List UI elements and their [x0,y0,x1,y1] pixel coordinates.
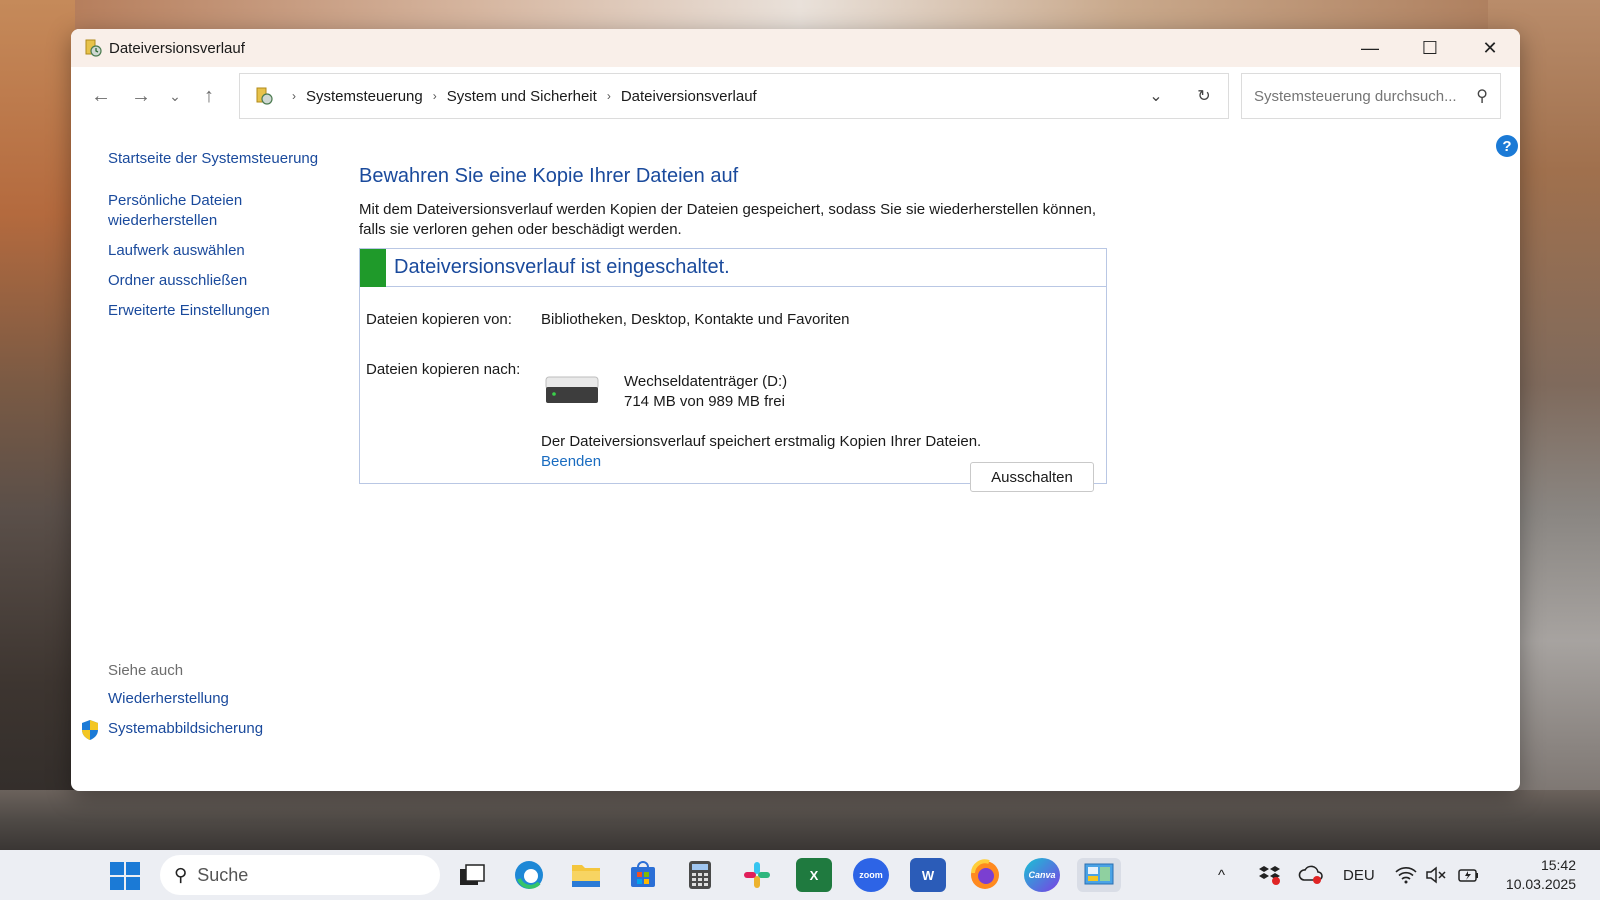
dropbox-icon[interactable] [1258,850,1282,900]
excel-icon[interactable]: X [796,858,832,892]
removable-drive-icon [544,373,600,407]
word-icon[interactable]: W [910,858,946,892]
volume-muted-icon[interactable] [1425,850,1447,900]
up-button[interactable]: ↑ [189,76,229,116]
wallpaper-top [0,0,1600,30]
page-description: Mit dem Dateiversionsverlauf werden Kopi… [359,201,1097,238]
language-indicator[interactable]: DEU [1343,850,1375,900]
slack-icon[interactable] [739,858,775,892]
address-dropdown-button[interactable]: ⌄ [1132,74,1180,118]
clock[interactable]: 15:42 10.03.2025 [1506,856,1576,894]
see-also-title: Siehe auch [108,662,184,679]
clock-date: 10.03.2025 [1505,876,1576,892]
help-icon[interactable]: ? [1496,135,1518,157]
store-icon[interactable] [625,858,661,892]
wallpaper-bottom [0,790,1600,850]
copy-status-note: Der Dateiversionsverlauf speichert erstm… [541,433,982,450]
main-panel: Bewahren Sie eine Kopie Ihrer Dateien au… [359,165,1107,492]
task-view-icon[interactable] [454,858,490,892]
see-also-recovery-link[interactable]: Wiederherstellung [108,689,263,709]
firefox-icon[interactable] [967,858,1003,892]
content-area: ? Startseite der Systemsteuerung Persönl… [71,125,1520,791]
status-indicator [360,248,386,287]
breadcrumb-dateiversionsverlauf[interactable]: Dateiversionsverlauf [621,88,757,105]
control-panel-icon [254,86,274,106]
drive-free-space: 714 MB von 989 MB frei [624,393,785,410]
sidebar-item-restore-files[interactable]: Persönliche Dateien wiederherstellen [108,191,348,231]
status-body: Dateien kopieren von: Bibliotheken, Desk… [360,287,1106,483]
breadcrumb-system-und-sicherheit[interactable]: System und Sicherheit [447,88,597,105]
canva-icon[interactable]: Canva [1024,858,1060,892]
search-box[interactable]: ⚲ [1241,73,1501,119]
stop-link[interactable]: Beenden [541,453,601,470]
search-icon: ⚲ [174,864,188,885]
control-panel-taskbar-icon[interactable] [1077,858,1121,892]
navigation-bar: ← → ⌄ ↑ › Systemsteuerung › System und S… [71,67,1520,125]
title-bar: Dateiversionsverlauf — ☐ ✕ [71,29,1520,67]
breadcrumb-separator[interactable]: › [433,89,437,103]
window-title: Dateiversionsverlauf [109,39,245,57]
maximize-button[interactable]: ☐ [1400,29,1460,67]
battery-charging-icon[interactable] [1457,850,1481,900]
uac-shield-icon [80,719,100,741]
status-header: Dateiversionsverlauf ist eingeschaltet. [360,248,1106,287]
page-title: Bewahren Sie eine Kopie Ihrer Dateien au… [359,165,739,187]
calculator-icon[interactable] [682,858,718,892]
turn-off-button[interactable]: Ausschalten [970,462,1094,492]
cloud-error-icon[interactable] [1298,850,1324,900]
breadcrumb-separator: › [292,89,296,103]
taskbar: ⚲ Suche X zoom W Canva ^ DEU 15:42 10.03… [0,850,1600,900]
copy-from-value: Bibliotheken, Desktop, Kontakte und Favo… [541,311,850,328]
see-also-system-image-row: Systemabbildsicherung [82,719,263,740]
file-history-window: Dateiversionsverlauf — ☐ ✕ ← → ⌄ ↑ › Sys… [71,29,1520,791]
close-button[interactable]: ✕ [1460,29,1520,67]
zoom-icon[interactable]: zoom [853,858,889,892]
sidebar-item-home[interactable]: Startseite der Systemsteuerung [108,149,348,169]
taskbar-search-label: Suche [197,864,249,885]
drive-name: Wechseldatenträger (D:) [624,373,788,390]
forward-button[interactable]: → [121,76,161,116]
file-explorer-icon[interactable] [568,858,604,892]
windows-logo-icon [110,862,124,875]
sidebar-item-select-drive[interactable]: Laufwerk auswählen [108,241,348,261]
file-history-icon [83,38,103,58]
refresh-button[interactable]: ↻ [1180,74,1228,118]
sidebar: Startseite der Systemsteuerung Persönlic… [108,149,348,331]
breadcrumb-systemsteuerung[interactable]: Systemsteuerung [306,88,423,105]
see-also-section: Siehe auch Wiederherstellung Systemabbil… [82,662,263,749]
sidebar-item-exclude-folders[interactable]: Ordner ausschließen [108,271,348,291]
copy-from-label: Dateien kopieren von: [366,311,512,328]
back-button[interactable]: ← [81,76,121,116]
address-bar[interactable]: › Systemsteuerung › System und Sicherhei… [239,73,1229,119]
breadcrumb-separator[interactable]: › [607,89,611,103]
tray-overflow-button[interactable]: ^ [1218,850,1225,900]
wallpaper-left [0,0,75,855]
minimize-button[interactable]: — [1340,29,1400,67]
wifi-icon[interactable] [1395,850,1417,900]
search-input[interactable] [1254,87,1464,105]
search-icon[interactable]: ⚲ [1476,86,1488,106]
status-box: Dateiversionsverlauf ist eingeschaltet. … [359,248,1107,484]
see-also-system-image-backup-link[interactable]: Systemabbildsicherung [108,719,263,739]
start-button[interactable] [110,862,142,890]
recent-locations-button[interactable]: ⌄ [161,76,189,116]
edge-icon[interactable] [511,858,547,892]
clock-time: 15:42 [1540,857,1576,873]
taskbar-search[interactable]: ⚲ Suche [160,855,440,895]
copy-to-label: Dateien kopieren nach: [366,361,521,378]
sidebar-item-advanced-settings[interactable]: Erweiterte Einstellungen [108,301,348,321]
status-title: Dateiversionsverlauf ist eingeschaltet. [394,256,730,278]
